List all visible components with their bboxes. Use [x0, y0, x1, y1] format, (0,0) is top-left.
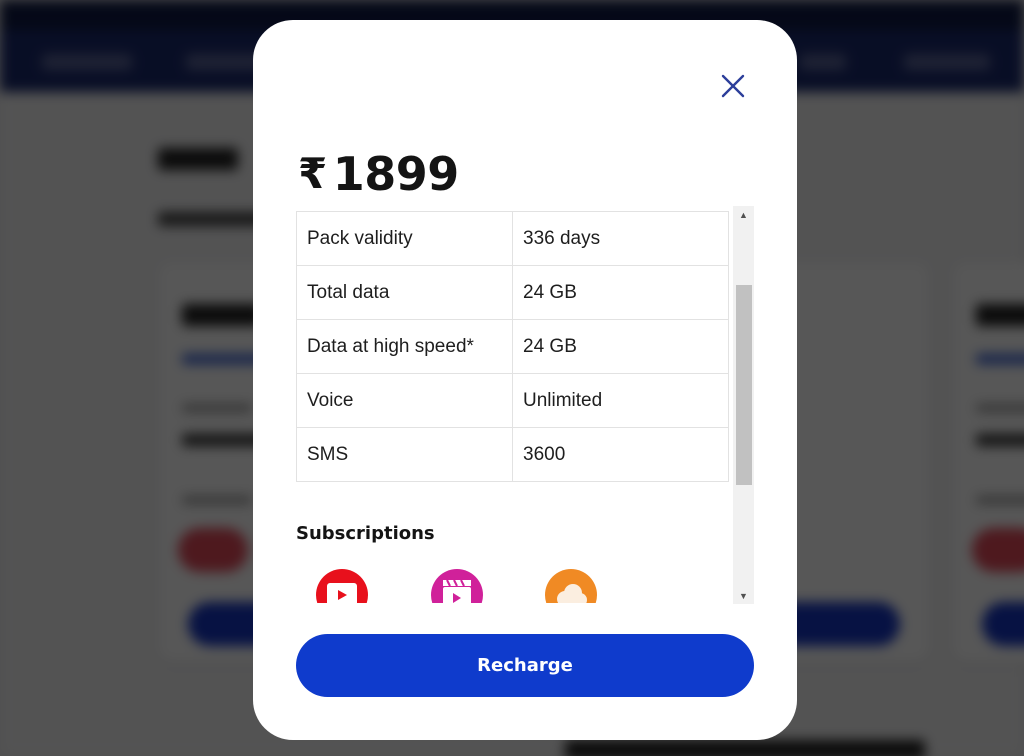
video-streaming-app-icon[interactable]	[316, 569, 368, 603]
plan-details-modal: ₹ 1899 Pack validity 336 days Total data…	[253, 20, 797, 740]
scrollbar-thumb[interactable]	[736, 285, 752, 485]
table-row: Pack validity 336 days	[296, 211, 729, 266]
close-icon	[721, 74, 745, 98]
movie-clapper-app-icon[interactable]	[431, 569, 483, 603]
scroll-up-arrow-icon[interactable]: ▲	[733, 206, 754, 223]
scroll-down-arrow-icon[interactable]: ▼	[733, 587, 754, 604]
recharge-button[interactable]: Recharge	[296, 634, 754, 697]
table-row: SMS 3600	[296, 427, 729, 482]
detail-value: 24 GB	[512, 265, 729, 320]
close-button[interactable]	[717, 70, 749, 102]
cloud-app-icon[interactable]	[545, 569, 597, 603]
plan-details-table: Pack validity 336 days Total data 24 GB …	[296, 211, 729, 482]
detail-value: 24 GB	[512, 319, 729, 374]
detail-label: SMS	[296, 427, 513, 482]
price-amount: 1899	[332, 147, 460, 201]
details-scrollbar[interactable]: ▲ ▼	[733, 206, 754, 604]
table-row: Voice Unlimited	[296, 373, 729, 428]
detail-label: Pack validity	[296, 211, 513, 266]
plan-details-scroll-area[interactable]: Pack validity 336 days Total data 24 GB …	[296, 211, 756, 603]
detail-label: Data at high speed*	[296, 319, 513, 374]
rupee-symbol: ₹	[298, 149, 327, 198]
plan-price: ₹ 1899	[298, 146, 459, 202]
detail-label: Total data	[296, 265, 513, 320]
detail-value: 3600	[512, 427, 729, 482]
subscriptions-heading: Subscriptions	[296, 523, 435, 544]
detail-value: 336 days	[512, 211, 729, 266]
table-row: Data at high speed* 24 GB	[296, 319, 729, 374]
detail-label: Voice	[296, 373, 513, 428]
table-row: Total data 24 GB	[296, 265, 729, 320]
detail-value: Unlimited	[512, 373, 729, 428]
